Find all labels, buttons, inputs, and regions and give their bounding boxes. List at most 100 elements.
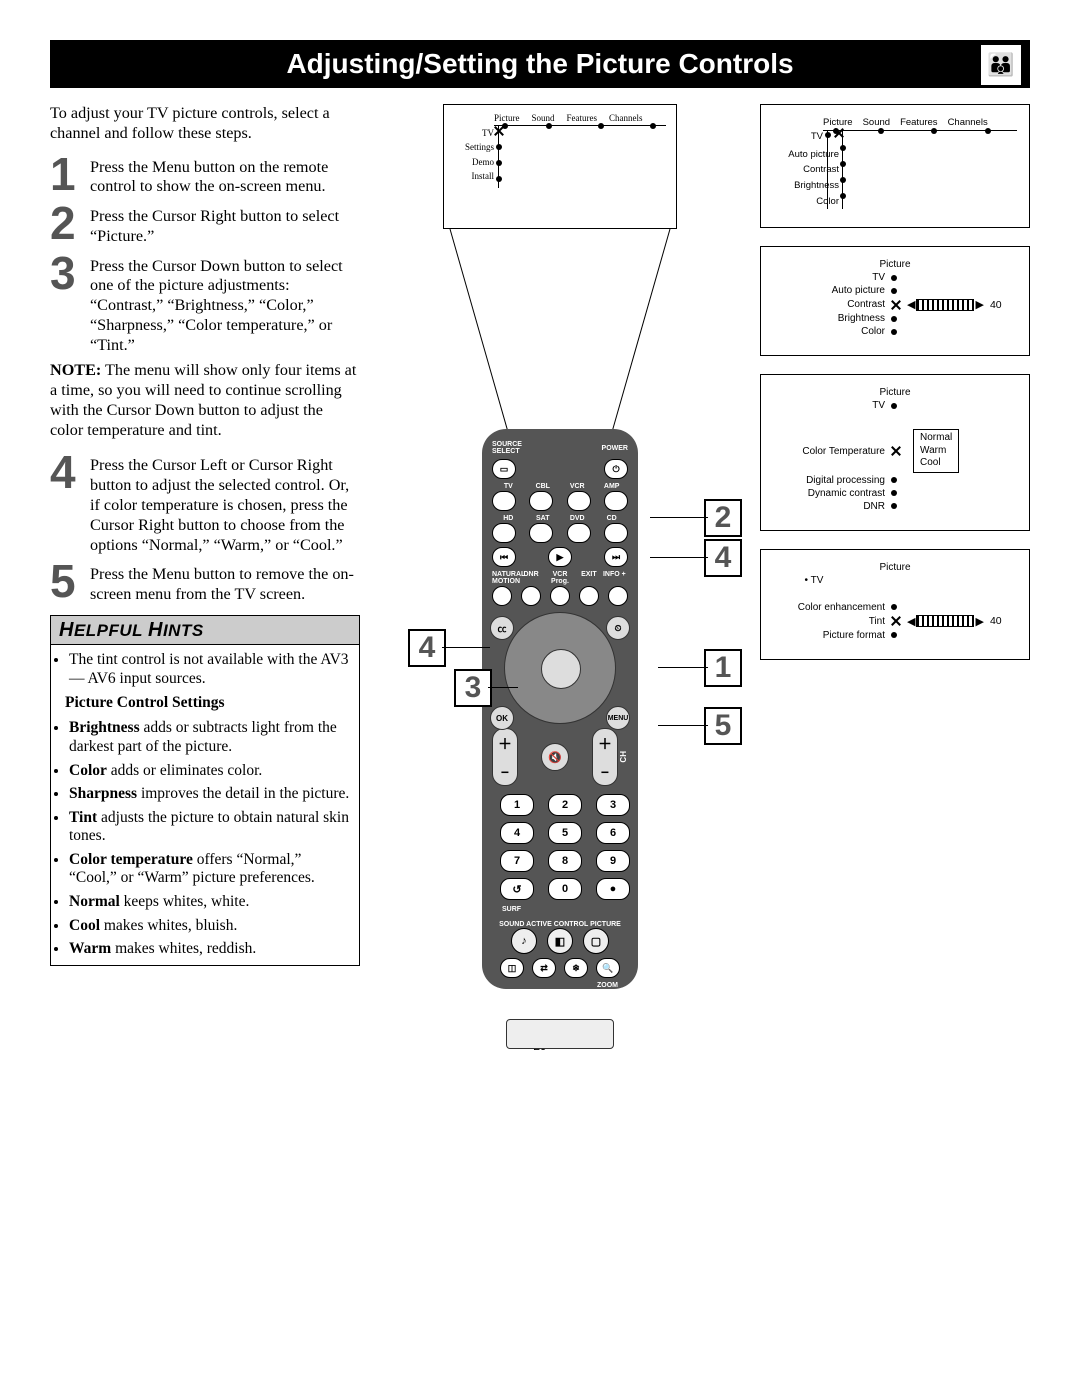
remote-exit-button[interactable]: [579, 586, 599, 606]
remote-source-button[interactable]: ▭: [492, 459, 516, 479]
hint-warm: Warm makes whites, reddish.: [69, 940, 353, 959]
remote-diagram: SOURCE SELECT POWER ▭ ⏻ TV CBL VCR AMP: [378, 229, 742, 1009]
projection-lines-icon: [378, 229, 742, 459]
remote-dnr-button[interactable]: [521, 586, 541, 606]
hint-normal: Normal keeps whites, white.: [69, 893, 353, 912]
remote-ok-button[interactable]: OK: [490, 706, 514, 730]
remote-sat-button[interactable]: [529, 523, 553, 543]
step-1: 1 Press the Menu button on the remote co…: [50, 154, 360, 198]
remote-volume-rocker[interactable]: ＋−: [492, 728, 518, 786]
remote-surf-button[interactable]: ↺: [500, 878, 534, 900]
remote-pip-button[interactable]: ◫: [500, 958, 524, 978]
helpful-hints-header: HELPFUL HINTS: [51, 616, 359, 645]
remote-swap-button[interactable]: ⇄: [532, 958, 556, 978]
remote-vcr-button[interactable]: [567, 491, 591, 511]
osd-main-menu: Picture Sound Features Channels TV Setti…: [443, 104, 677, 229]
remote-label-source: SOURCE SELECT: [492, 441, 546, 455]
remote-menu-button[interactable]: MENU: [606, 706, 630, 730]
remote-channel-rocker[interactable]: ＋−: [592, 728, 618, 786]
hint-color: Color adds or eliminates color.: [69, 762, 353, 781]
remote-freeze-button[interactable]: ❄: [564, 958, 588, 978]
callout-4-left: 4: [408, 629, 446, 667]
page-title: Adjusting/Setting the Picture Controls: [286, 48, 793, 79]
step-number-4: 4: [50, 452, 90, 493]
step-4-text: Press the Cursor Left or Cursor Right bu…: [90, 452, 360, 555]
step-2-text: Press the Cursor Right button to select …: [90, 203, 360, 247]
tint-slider: ◀▶: [907, 615, 984, 628]
osd-tab-picture: Picture: [494, 113, 520, 123]
callout-4-right: 4: [704, 539, 742, 577]
color-temp-options: Normal Warm Cool: [913, 429, 959, 473]
hint-tint-av: The tint control is not available with t…: [69, 651, 353, 688]
callout-1: 1: [704, 649, 742, 687]
remote-num-1[interactable]: 1: [500, 794, 534, 816]
step-5: 5 Press the Menu button to remove the on…: [50, 561, 360, 605]
remote-control: SOURCE SELECT POWER ▭ ⏻ TV CBL VCR AMP: [482, 429, 638, 989]
step-number-1: 1: [50, 154, 90, 195]
remote-surf-label: SURF: [502, 906, 628, 913]
manual-section-icon: 👪: [980, 44, 1022, 86]
remote-num-9[interactable]: 9: [596, 850, 630, 872]
remote-timer-button[interactable]: ⏲: [606, 616, 630, 640]
remote-num-5[interactable]: 5: [548, 822, 582, 844]
remote-amp-button[interactable]: [604, 491, 628, 511]
osd-item-settings: Settings: [450, 140, 494, 154]
remote-info-button[interactable]: [608, 586, 628, 606]
note-label: NOTE:: [50, 361, 101, 379]
remote-brand: PHILIPS: [492, 999, 628, 1013]
hint-sharpness: Sharpness improves the detail in the pic…: [69, 785, 353, 804]
remote-num-3[interactable]: 3: [596, 794, 630, 816]
remote-cd-button[interactable]: [604, 523, 628, 543]
remote-picture-button[interactable]: ▢: [583, 928, 609, 954]
step-number-2: 2: [50, 203, 90, 244]
note-block: NOTE: The menu will show only four items…: [50, 361, 360, 440]
middle-column: Picture Sound Features Channels TV Setti…: [378, 104, 742, 1009]
remote-zoom-button[interactable]: 🔍: [596, 958, 620, 978]
osd-tab-channels: Channels: [609, 113, 643, 123]
helpful-hints-box: HELPFUL HINTS The tint control is not av…: [50, 615, 360, 966]
remote-num-0[interactable]: 0: [548, 878, 582, 900]
intro-text: To adjust your TV picture controls, sele…: [50, 104, 360, 144]
remote-hd-button[interactable]: [492, 523, 516, 543]
right-column: Picture Sound Features Channels TV: [760, 104, 1030, 1009]
step-number-5: 5: [50, 561, 90, 602]
remote-num-2[interactable]: 2: [548, 794, 582, 816]
remote-ch-label: CH: [620, 751, 628, 763]
remote-play-button[interactable]: ▶: [548, 547, 572, 567]
remote-numpad: 1 2 3 4 5 6 7 8 9 ↺ 0 ●: [500, 794, 620, 900]
remote-vcrprog-button[interactable]: [550, 586, 570, 606]
step-4: 4 Press the Cursor Left or Cursor Right …: [50, 452, 360, 555]
remote-cbl-button[interactable]: [529, 491, 553, 511]
hint-color-temp: Color temperature offers “Normal,” “Cool…: [69, 851, 353, 888]
callout-5: 5: [704, 707, 742, 745]
remote-dvd-button[interactable]: [567, 523, 591, 543]
remote-num-6[interactable]: 6: [596, 822, 630, 844]
remote-mute-button[interactable]: 🔇: [541, 743, 569, 771]
hints-subhead: Picture Control Settings: [65, 694, 359, 713]
osd-tabs: Picture Sound Features Channels: [494, 113, 670, 123]
remote-ir-window: [506, 1019, 614, 1049]
osd-item-demo: Demo: [450, 155, 494, 169]
step-3-text: Press the Cursor Down button to select o…: [90, 253, 360, 356]
remote-sound-button[interactable]: ♪: [511, 928, 537, 954]
remote-bottom-labels: SOUND ACTIVE CONTROL PICTURE: [492, 921, 628, 928]
remote-num-8[interactable]: 8: [548, 850, 582, 872]
remote-nm-button[interactable]: [492, 586, 512, 606]
hint-cool: Cool makes whites, bluish.: [69, 917, 353, 936]
remote-active-control-button[interactable]: ◧: [547, 928, 573, 954]
remote-rewind-button[interactable]: ⏮: [492, 547, 516, 567]
remote-rec-button[interactable]: ●: [596, 878, 630, 900]
remote-cc-button[interactable]: ㏄: [490, 616, 514, 640]
step-number-3: 3: [50, 253, 90, 294]
remote-tv-button[interactable]: [492, 491, 516, 511]
step-5-text: Press the Menu button to remove the on-s…: [90, 561, 360, 605]
remote-num-4[interactable]: 4: [500, 822, 534, 844]
remote-power-button[interactable]: ⏻: [604, 459, 628, 479]
remote-dpad[interactable]: [504, 612, 616, 724]
osd-item-tv: TV: [450, 126, 494, 140]
remote-dpad-center[interactable]: [541, 649, 581, 689]
step-1-text: Press the Menu button on the remote cont…: [90, 154, 360, 198]
remote-num-7[interactable]: 7: [500, 850, 534, 872]
remote-ffwd-button[interactable]: ⏭: [604, 547, 628, 567]
step-2: 2 Press the Cursor Right button to selec…: [50, 203, 360, 247]
